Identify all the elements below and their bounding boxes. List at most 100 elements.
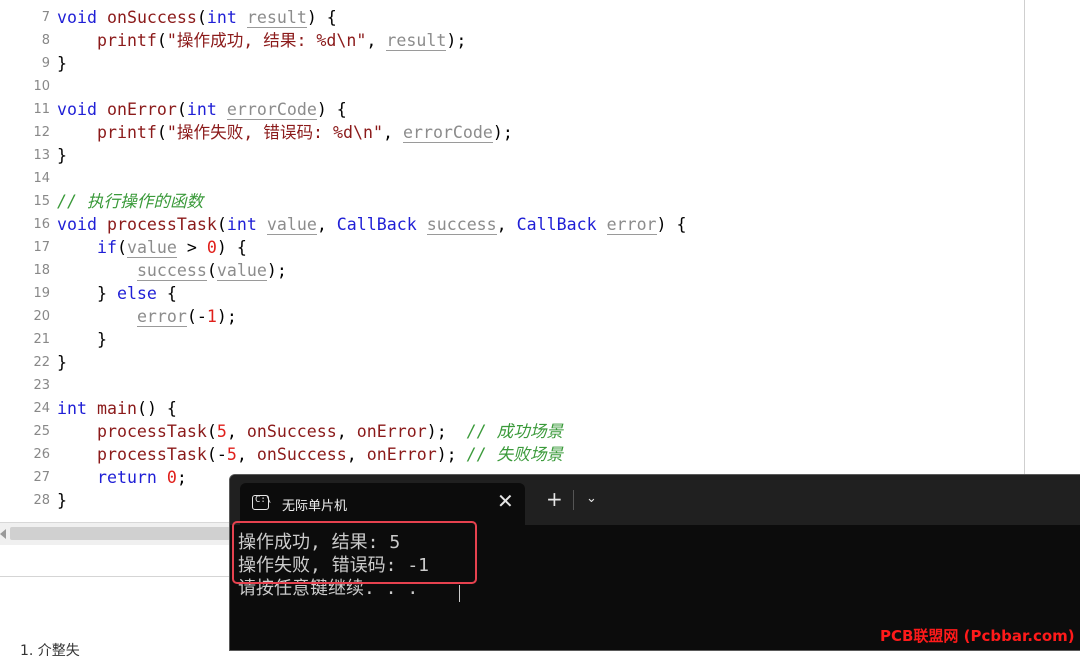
code-editor[interactable]: 7 void onSuccess(int result) {8 printf("操… bbox=[0, 0, 1024, 522]
code-token: errorCode bbox=[226, 100, 317, 120]
code-token: onError bbox=[106, 100, 177, 119]
code-token: 0 bbox=[206, 238, 217, 257]
code-line[interactable]: 10 bbox=[0, 75, 1024, 98]
code-line[interactable]: 18 success(value); bbox=[0, 259, 1024, 282]
terminal-tabbar: C:\ 无际单片机 ✕ + ⌄ bbox=[230, 475, 1080, 525]
line-number: 22 bbox=[33, 355, 50, 370]
code-token: main bbox=[96, 399, 137, 418]
code-token: printf bbox=[96, 31, 157, 50]
code-token: ) { bbox=[316, 100, 347, 119]
code-token: ( bbox=[206, 422, 217, 441]
code-line[interactable]: 15 // 执行操作的函数 bbox=[0, 190, 1024, 213]
chevron-down-icon[interactable]: ⌄ bbox=[586, 491, 597, 506]
code-line[interactable]: 9} bbox=[0, 52, 1024, 75]
code-line[interactable]: 23 bbox=[0, 374, 1024, 397]
code-line[interactable]: 16 void processTask(int value, CallBack s… bbox=[0, 213, 1024, 236]
code-token: onSuccess bbox=[246, 422, 337, 441]
code-token: // 失败场景 bbox=[466, 445, 564, 464]
code-token: } bbox=[57, 54, 67, 73]
terminal-tab[interactable]: C:\ 无际单片机 ✕ bbox=[240, 483, 525, 525]
code-token: , bbox=[366, 31, 387, 50]
code-token: value bbox=[126, 238, 177, 258]
code-token: () { bbox=[136, 399, 177, 418]
code-text: } else { bbox=[57, 282, 177, 305]
code-line[interactable]: 24 int main() { bbox=[0, 397, 1024, 420]
code-token: result bbox=[246, 8, 307, 28]
code-token: , bbox=[496, 215, 517, 234]
code-token: error bbox=[606, 215, 657, 235]
code-text: processTask(5, onSuccess, onError); // 成… bbox=[57, 420, 563, 443]
line-number: 15 bbox=[33, 194, 50, 209]
code-token: ) { bbox=[656, 215, 687, 234]
code-token: ; bbox=[176, 468, 187, 487]
scroll-left-arrow-icon[interactable] bbox=[0, 529, 6, 539]
code-text: void onSuccess(int result) { bbox=[57, 6, 337, 29]
text-cursor bbox=[459, 585, 460, 602]
line-number: 16 bbox=[33, 217, 50, 232]
code-line[interactable]: 14 bbox=[0, 167, 1024, 190]
line-number: 23 bbox=[33, 378, 50, 393]
code-line[interactable]: 17 if(value > 0) { bbox=[0, 236, 1024, 259]
code-line[interactable]: 8 printf("操作成功, 结果: %d\n", result); bbox=[0, 29, 1024, 52]
code-line[interactable]: 21 } bbox=[0, 328, 1024, 351]
code-line[interactable]: 7 void onSuccess(int result) { bbox=[0, 6, 1024, 29]
code-token: 0 bbox=[166, 468, 177, 487]
code-token: error bbox=[136, 307, 187, 327]
code-text: if(value > 0) { bbox=[57, 236, 247, 259]
code-line[interactable]: 11 void onError(int errorCode) { bbox=[0, 98, 1024, 121]
code-line[interactable]: 13} bbox=[0, 144, 1024, 167]
code-text: } bbox=[57, 144, 67, 167]
code-line[interactable]: 12 printf("操作失败, 错误码: %d\n", errorCode); bbox=[0, 121, 1024, 144]
code-line[interactable]: 19 } else { bbox=[0, 282, 1024, 305]
code-token: success bbox=[426, 215, 497, 235]
code-token: ); bbox=[436, 445, 467, 464]
line-number: 10 bbox=[33, 79, 50, 94]
code-text: } bbox=[57, 351, 67, 374]
code-text: } bbox=[57, 489, 67, 512]
scrollbar-thumb[interactable] bbox=[10, 527, 230, 540]
code-line[interactable]: 25 processTask(5, onSuccess, onError); /… bbox=[0, 420, 1024, 443]
code-token: processTask bbox=[96, 445, 207, 464]
code-token: , bbox=[346, 445, 367, 464]
code-text: return 0; bbox=[57, 466, 187, 489]
line-number: 14 bbox=[33, 171, 50, 186]
code-token: ( bbox=[216, 215, 227, 234]
code-token: } bbox=[57, 330, 107, 349]
code-token: int bbox=[57, 399, 87, 418]
line-number: 13 bbox=[33, 148, 50, 163]
code-token: , bbox=[226, 422, 247, 441]
code-token: return bbox=[96, 468, 157, 487]
line-number: 27 bbox=[33, 470, 50, 485]
code-text: printf("操作成功, 结果: %d\n", result); bbox=[57, 29, 466, 52]
code-token: ( bbox=[176, 100, 187, 119]
new-tab-icon[interactable]: + bbox=[546, 489, 563, 509]
code-token: , bbox=[236, 445, 257, 464]
code-token: ); bbox=[216, 307, 237, 326]
code-token: result bbox=[386, 31, 447, 51]
code-token: if bbox=[96, 238, 117, 257]
terminal-window[interactable]: C:\ 无际单片机 ✕ + ⌄ 操作成功, 结果: 5 操作失败, 错误码: -… bbox=[229, 474, 1080, 651]
code-text: int main() { bbox=[57, 397, 177, 420]
code-line[interactable]: 26 processTask(-5, onSuccess, onError); … bbox=[0, 443, 1024, 466]
line-number: 21 bbox=[33, 332, 50, 347]
code-line[interactable]: 22} bbox=[0, 351, 1024, 374]
code-token: value bbox=[216, 261, 267, 281]
close-tab-icon[interactable]: ✕ bbox=[497, 491, 514, 511]
code-token: onSuccess bbox=[106, 8, 197, 27]
code-token: ( bbox=[206, 261, 217, 280]
line-number: 18 bbox=[33, 263, 50, 278]
code-text: printf("操作失败, 错误码: %d\n", errorCode); bbox=[57, 121, 513, 144]
code-token: > bbox=[176, 238, 207, 257]
code-line[interactable]: 20 error(-1); bbox=[0, 305, 1024, 328]
terminal-icon: C:\ bbox=[252, 495, 271, 510]
code-token: int bbox=[206, 8, 237, 27]
code-text: processTask(-5, onSuccess, onError); // … bbox=[57, 443, 563, 466]
code-text: // 执行操作的函数 bbox=[57, 190, 203, 213]
